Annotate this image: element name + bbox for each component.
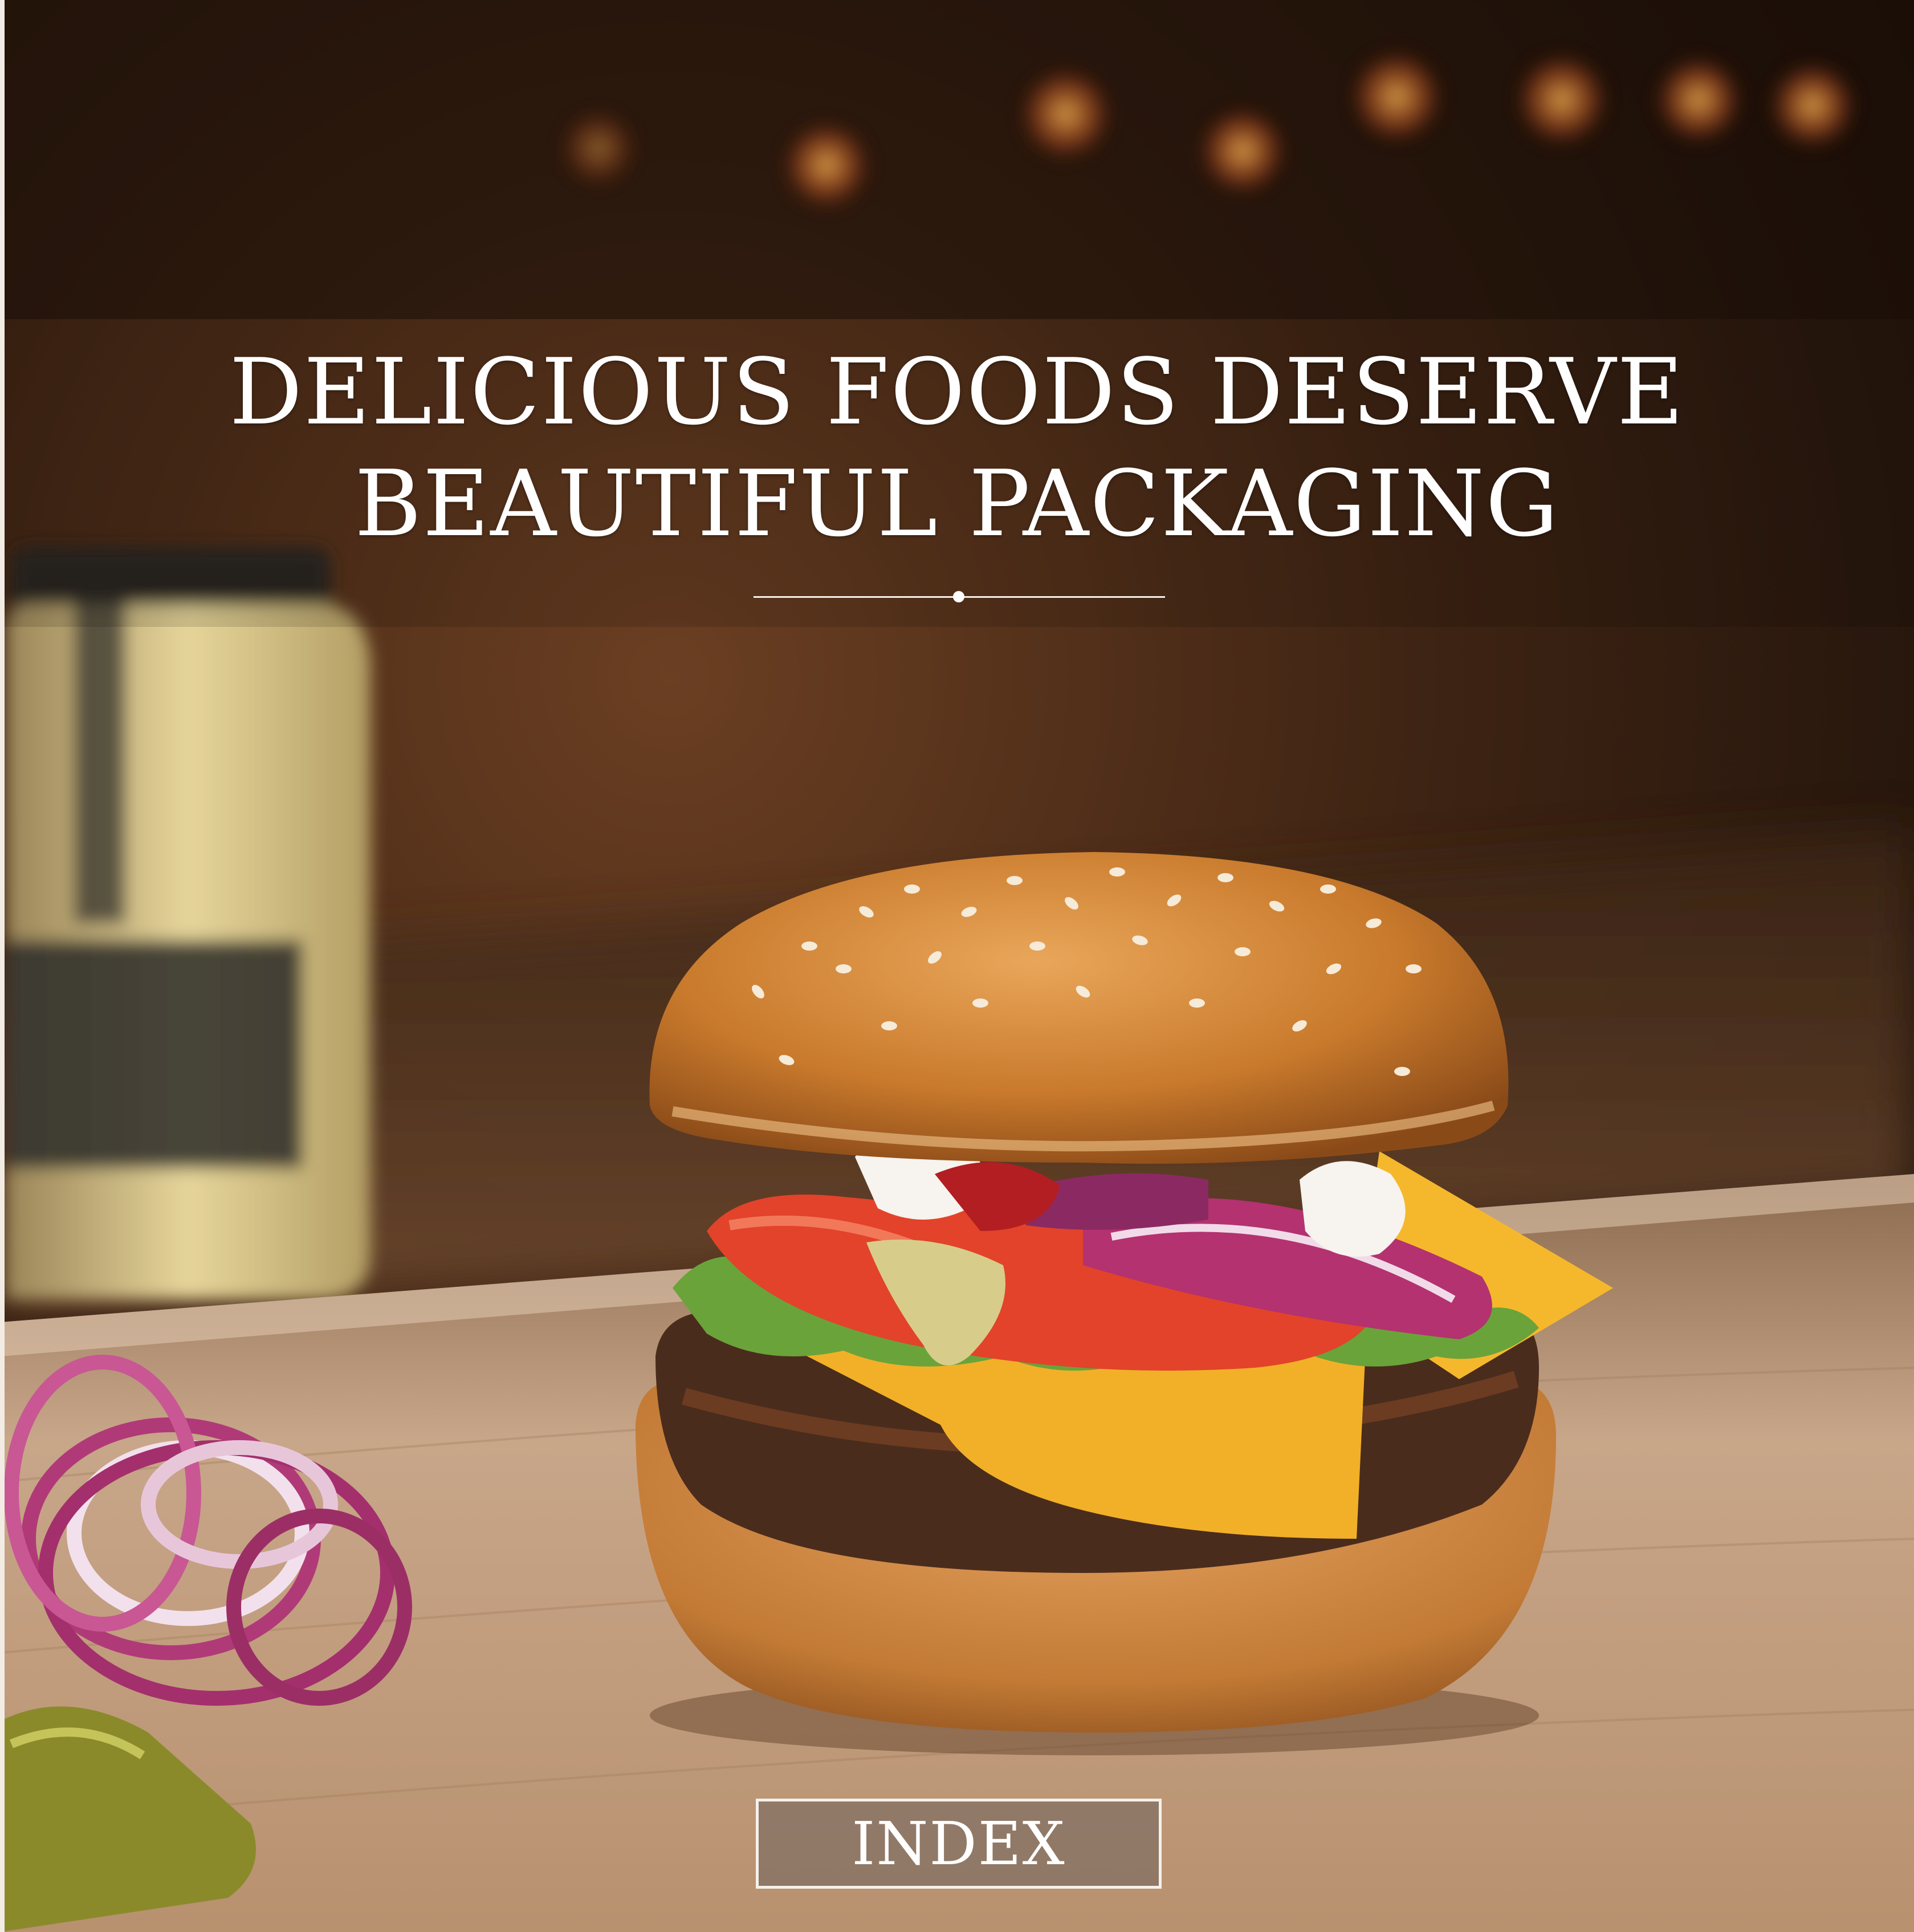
divider-dot-icon [953,591,964,602]
title-line-1: DELICIOUS FOODS DESERVE [229,339,1685,445]
page-left-edge [0,0,5,1932]
title-divider [754,591,1165,602]
index-button[interactable]: INDEX [756,1799,1162,1889]
burger-photo [0,0,1914,1932]
cover-page: DELICIOUS FOODS DESERVE BEAUTIFUL PACKAG… [0,0,1914,1932]
title-line-2: BEAUTIFUL PACKAGING [354,450,1559,557]
page-title: DELICIOUS FOODS DESERVE BEAUTIFUL PACKAG… [0,336,1914,560]
